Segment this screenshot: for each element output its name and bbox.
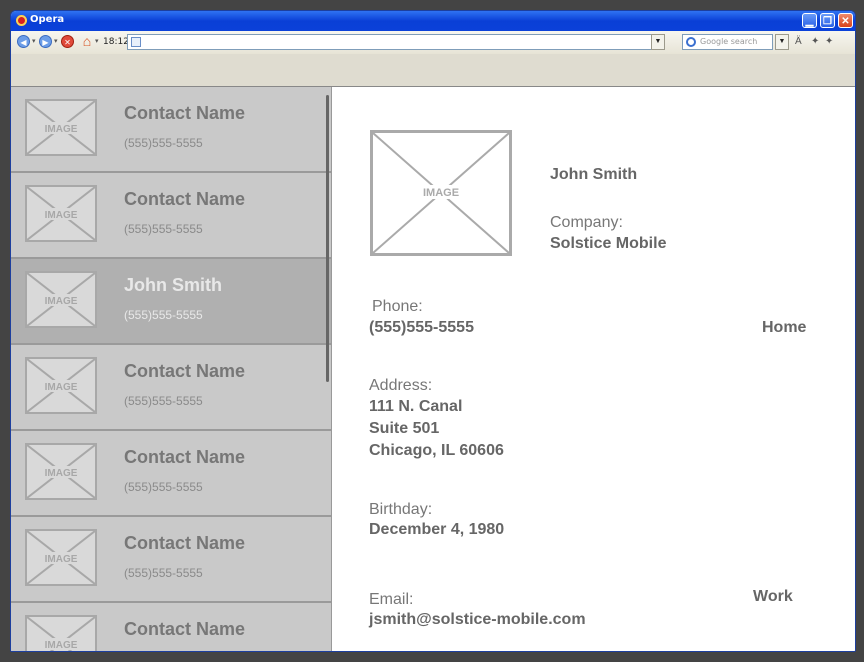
address-value: 111 N. Canal Suite 501 Chicago, IL 60606 [369,396,504,462]
email-type: Work [753,588,793,605]
contact-list-item[interactable]: IMAGE John Smith (555)555-5555 [11,259,331,345]
toolbar-up-icon[interactable]: ✦ [825,36,833,47]
company-label: Company: [550,214,623,231]
window-title: Opera [30,14,65,25]
contact-thumbnail: IMAGE [25,443,97,500]
detail-name: John Smith [550,166,638,183]
contact-name: Contact Name [124,361,246,381]
contact-thumbnail: IMAGE [25,357,97,414]
contact-phone: (555)555-5555 [124,566,203,580]
contact-list-item[interactable]: IMAGE Contact Name (555)555-5555 [11,431,331,517]
birthday-value: December 4, 1980 [369,521,505,538]
maximize-button[interactable]: ❐ [820,13,835,28]
image-placeholder-label: IMAGE [45,554,78,565]
image-placeholder-icon: IMAGE [372,132,510,254]
back-icon[interactable]: ◀ [17,35,30,48]
home-dropdown-icon[interactable]: ▾ [95,37,99,45]
toolbar-down-icon[interactable]: ✦ [811,36,819,47]
address-line-1: 111 N. Canal [369,398,463,415]
image-placeholder-icon: IMAGE [27,531,95,584]
contact-phone: (555)555-5555 [124,480,203,494]
browser-toolbar: ◀ ▾ ▶ ▾ ✕ ⌂ ▾ 18:12 ▼ Google search ▼ Ä … [11,31,855,55]
image-placeholder-label: IMAGE [45,382,78,393]
address-dropdown-button[interactable]: ▼ [651,34,665,50]
contact-name: Contact Name [124,103,246,123]
contact-phone: (555)555-5555 [124,308,203,322]
address-label: Address: [369,377,433,394]
search-dropdown-button[interactable]: ▼ [775,34,789,50]
contact-list-item[interactable]: IMAGE Contact Name (555)555-5555 [11,517,331,603]
contact-thumbnail: IMAGE [25,615,97,651]
image-placeholder-icon: IMAGE [27,187,95,240]
contact-list-item[interactable]: IMAGE Contact Name (555)555-5555 [11,173,331,259]
image-placeholder-icon: IMAGE [27,273,95,326]
phone-value[interactable]: (555)555-5555 [369,319,474,337]
forward-dropdown-icon[interactable]: ▾ [54,37,58,45]
zoom-icon[interactable]: Ä [795,36,802,47]
image-placeholder-label: IMAGE [45,640,78,651]
image-placeholder-label: IMAGE [45,124,78,135]
image-placeholder-icon: IMAGE [27,617,95,651]
page-icon [131,37,141,47]
phone-label: Phone: [372,298,423,315]
clock-time: 18:12 [103,37,129,47]
contact-detail: IMAGE John Smith Company: Solstice Mobil… [332,87,855,651]
contact-list-item[interactable]: IMAGE Contact Name (555)555-5555 [11,87,331,173]
contact-name: John Smith [124,275,222,295]
birthday-label: Birthday: [369,501,433,518]
contact-thumbnail: IMAGE [25,99,97,156]
opera-logo-icon [16,15,27,26]
close-button[interactable]: ✕ [838,13,853,28]
search-input[interactable]: Google search [682,34,773,50]
image-placeholder-icon: IMAGE [27,101,95,154]
forward-icon[interactable]: ▶ [39,35,52,48]
image-placeholder-label: IMAGE [45,210,78,221]
company-value: Solstice Mobile [550,235,667,252]
email-label: Email: [369,591,414,608]
address-line-3: Chicago, IL 60606 [369,442,504,459]
home-icon[interactable]: ⌂ [80,34,94,48]
image-placeholder-label: IMAGE [423,187,459,199]
contact-list-scrollbar[interactable] [326,95,329,382]
phone-type: Home [762,319,807,336]
image-placeholder-icon: IMAGE [27,445,95,498]
image-placeholder-icon: IMAGE [27,359,95,412]
back-dropdown-icon[interactable]: ▾ [32,37,36,45]
email-value[interactable]: jsmith@solstice-mobile.com [369,611,586,629]
contact-name: Contact Name [124,189,246,209]
contacts-app: IMAGE Contact Name (555)555-5555 IMAGE Conta… [11,86,855,651]
address-line-2: Suite 501 [369,420,440,437]
contact-phone: (555)555-5555 [124,136,203,150]
address-field[interactable] [127,34,665,50]
minimize-button[interactable]: ▁ [802,13,817,28]
contact-list-item[interactable]: IMAGE Contact Name (555)555-5555 [11,345,331,431]
contact-list: IMAGE Contact Name (555)555-5555 IMAGE Conta… [11,87,332,651]
image-placeholder-label: IMAGE [45,468,78,479]
browser-window: Opera ▁ ❐ ✕ ◀ ▾ ▶ ▾ ✕ ⌂ ▾ 18:12 ▼ Google… [10,10,856,652]
contact-list-item[interactable]: IMAGEContact Name(555)555-5555 [11,603,331,651]
contact-thumbnail: IMAGE [25,185,97,242]
contact-phone: (555)555-5555 [124,394,203,408]
contact-phone: (555)555-5555 [124,222,203,236]
contact-thumbnail: IMAGE [25,271,97,328]
title-bar: Opera ▁ ❐ ✕ [11,11,855,31]
contact-name: Contact Name [124,533,246,553]
contact-name: Contact Name [124,619,246,639]
contact-photo: IMAGE [370,130,512,256]
search-placeholder: Google search [700,37,758,46]
contact-name: Contact Name [124,447,246,467]
stop-icon[interactable]: ✕ [61,35,74,48]
toolbar-spacer [11,54,855,86]
contact-thumbnail: IMAGE [25,529,97,586]
image-placeholder-label: IMAGE [45,296,78,307]
search-icon [686,37,696,47]
